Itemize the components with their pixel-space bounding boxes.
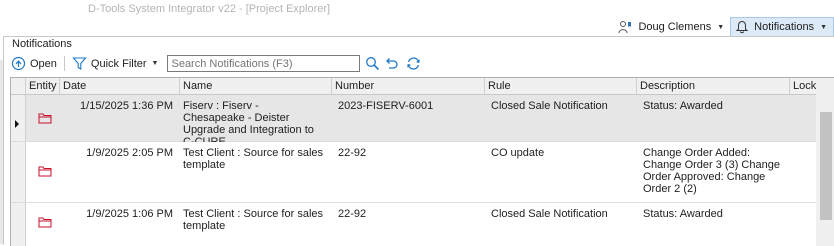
cell-rule: Closed Sale Notification <box>491 100 608 112</box>
clear-search-button[interactable] <box>382 55 400 73</box>
cell-date: 1/9/2025 1:06 PM <box>86 208 173 220</box>
bell-icon <box>735 20 749 34</box>
column-header-rule[interactable]: Rule <box>484 78 636 94</box>
current-row-arrow-icon <box>15 120 19 128</box>
refresh-icon <box>407 57 420 70</box>
cell-description: Change Order Added: Change Order 3 (3) C… <box>643 147 780 195</box>
refresh-button[interactable] <box>404 55 422 73</box>
user-menu-caret-icon: ▼ <box>717 23 725 31</box>
user-menu[interactable]: Doug Clemens ▼ <box>614 17 728 37</box>
notifications-grid: Entity Date Name Number Rule Description… <box>10 77 834 246</box>
user-name: Doug Clemens <box>638 21 712 33</box>
column-header-date[interactable]: Date <box>59 78 179 94</box>
cell-number: 2023-FISERV-6001 <box>338 100 434 112</box>
topbar-right: Doug Clemens ▼ Notifications ▼ <box>614 17 834 37</box>
open-button[interactable]: Open <box>8 54 60 74</box>
cell-name: Test Client : Source for sales template <box>183 147 324 171</box>
folder-icon <box>38 166 52 177</box>
search-button[interactable] <box>363 55 381 73</box>
cell-number: 22-92 <box>338 208 367 220</box>
open-button-label: Open <box>30 57 57 70</box>
folder-icon <box>38 113 52 124</box>
quick-filter-button[interactable]: Quick Filter ▼ <box>69 54 162 74</box>
notifications-button-label: Notifications <box>754 21 815 33</box>
row-header[interactable] <box>11 142 26 202</box>
undo-arrow-icon <box>386 58 398 69</box>
column-header-name[interactable]: Name <box>179 78 331 94</box>
filter-icon <box>72 57 87 70</box>
quick-filter-label: Quick Filter <box>90 57 147 70</box>
notifications-toolbar: Open Quick Filter ▼ <box>4 53 834 74</box>
notifications-caret-icon: ▼ <box>820 23 827 31</box>
table-row[interactable]: 1/15/2025 1:36 PM Fiserv : Fiserv - Ches… <box>11 95 816 148</box>
cell-rule: CO update <box>491 147 545 159</box>
search-icon <box>366 57 380 71</box>
table-row[interactable]: 1/9/2025 1:06 PM Test Client : Source fo… <box>11 203 816 246</box>
notifications-button[interactable]: Notifications ▼ <box>730 17 834 37</box>
vertical-scrollbar[interactable] <box>816 94 834 246</box>
scrollbar-thumb[interactable] <box>820 112 832 220</box>
column-header-lock[interactable]: Lock <box>789 78 834 94</box>
panel-title: Notifications <box>12 38 72 50</box>
toolbar-separator <box>63 56 65 71</box>
row-header[interactable] <box>11 95 26 141</box>
cell-date: 1/15/2025 1:36 PM <box>80 100 173 112</box>
cell-name: Fiserv : Fiserv - Chesapeake - Deister U… <box>183 100 314 148</box>
cell-description: Status: Awarded <box>643 208 723 220</box>
table-row[interactable]: 1/9/2025 2:05 PM Test Client : Source fo… <box>11 142 816 203</box>
cell-name: Test Client : Source for sales template <box>183 208 324 232</box>
cell-rule: Closed Sale Notification <box>491 208 608 220</box>
row-header[interactable] <box>11 203 26 246</box>
column-header-description[interactable]: Description <box>636 78 789 94</box>
quick-filter-caret-icon: ▼ <box>151 60 159 67</box>
cell-date: 1/9/2025 2:05 PM <box>86 147 173 159</box>
search-input[interactable] <box>167 55 361 72</box>
notifications-panel: Notifications Open Quick Filter ▼ Search… <box>3 36 834 246</box>
column-header-number[interactable]: Number <box>331 78 484 94</box>
column-header-entity[interactable]: Entity <box>25 78 59 94</box>
folder-icon <box>38 217 52 228</box>
user-account-icon <box>618 21 632 34</box>
grid-header: Entity Date Name Number Rule Description… <box>11 78 834 95</box>
window-title: D-Tools System Integrator v22 - [Project… <box>88 3 331 15</box>
cell-description: Status: Awarded <box>643 100 723 112</box>
open-icon <box>11 56 26 71</box>
cell-number: 22-92 <box>338 147 367 159</box>
